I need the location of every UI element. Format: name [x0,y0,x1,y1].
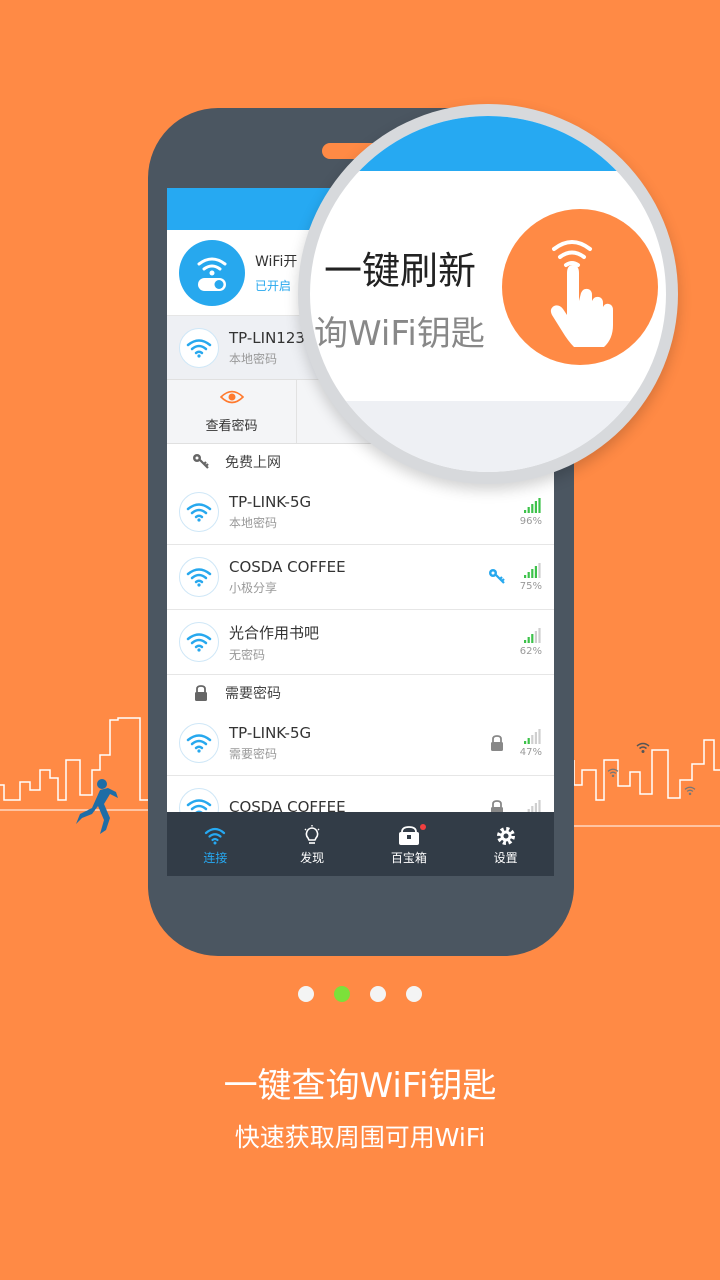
magnified-refresh-text: 一键刷新 [324,249,477,293]
notification-dot [419,823,426,830]
wifi-status-title: WiFi开 [255,254,298,270]
wifi-toggle-icon[interactable] [179,239,245,306]
section-locked-label: 需要密码 [225,686,281,702]
section-locked-header: 需要密码 [167,675,554,711]
network-badge [482,568,512,586]
tab-discover-label: 发现 [300,850,325,865]
caption-title: 一键查询WiFi钥匙 [223,1066,497,1106]
signal-percent: 96% [519,516,542,527]
wifi-icon [204,823,226,849]
network-name: TP-LINK-5G [229,493,312,511]
network-badge [482,735,512,751]
section-free-label: 免费上网 [225,455,281,471]
tab-settings[interactable]: 设置 [471,823,541,866]
magnified-query-text: 询WiFi钥匙 [314,314,485,354]
signal-strength-icon [524,729,541,744]
toolbox-icon [398,823,426,849]
signal-strength-icon [524,498,541,513]
network-row[interactable]: 光合作用书吧无密码 62% [167,610,554,675]
network-name: COSDA COFFEE [229,558,346,576]
tab-settings-label: 设置 [493,850,518,865]
wifi-status-subtitle: 已开启 [255,279,292,293]
key-icon [191,453,211,471]
gear-icon [495,823,517,849]
wifi-icon [636,742,650,753]
pager-dot-active[interactable] [334,986,350,1002]
network-row[interactable]: COSDA COFFEE 小极分享 75% [167,545,554,610]
view-password-button[interactable]: 查看密码 [167,380,297,443]
tab-connect-label: 连接 [203,850,228,865]
signal-percent: 75% [519,581,542,592]
lock-icon [491,735,503,751]
signal-strength-icon [524,563,541,578]
pager-dot[interactable] [406,986,422,1002]
tab-discover[interactable]: 发现 [277,823,347,866]
network-row[interactable]: TP-LINK-5G 需要密码 47% [167,711,554,776]
eye-icon [219,389,244,409]
tab-connect[interactable]: 连接 [180,823,250,866]
network-row[interactable]: TP-LINK-5G 本地密码 96% [167,480,554,545]
magnified-list-area [310,401,666,472]
pager-dot[interactable] [370,986,386,1002]
signal-percent: 47% [519,747,542,758]
bottom-tab-bar: 连接 发现 百宝箱 设置 [167,812,554,876]
wifi-icon [684,786,696,796]
caption-subtitle: 快速获取周围可用WiFi [234,1123,486,1152]
network-name: TP-LINK-5G [229,724,312,742]
network-name: 光合作用书吧 [229,623,320,642]
tap-hand-icon [550,240,613,347]
magnifier-lens: 一键刷新 询WiFi钥匙 [298,104,678,484]
wifi-icon [179,492,219,532]
one-tap-refresh-button[interactable] [502,209,658,365]
magnified-title-bar [310,116,666,171]
wifi-icon [179,557,219,597]
wifi-icon [179,327,219,368]
wifi-icon [607,768,619,778]
signal-percent: 62% [519,646,542,657]
network-sub: 本地密码 [229,516,278,530]
pager-dots [0,986,720,1002]
wifi-icon [179,723,219,763]
view-password-label: 查看密码 [205,419,258,434]
network-sub: 小极分享 [229,581,278,595]
network-sub: 无密码 [229,647,266,662]
pager-dot[interactable] [298,986,314,1002]
bulb-icon [303,823,321,849]
lock-icon [191,685,211,701]
wifi-icon [179,622,219,662]
signal-strength-icon [524,628,541,643]
tab-toolbox-label: 百宝箱 [390,850,427,865]
tab-toolbox[interactable]: 百宝箱 [374,823,444,866]
network-sub: 需要密码 [229,747,278,761]
runner-figure [76,779,118,834]
key-icon [489,569,505,584]
